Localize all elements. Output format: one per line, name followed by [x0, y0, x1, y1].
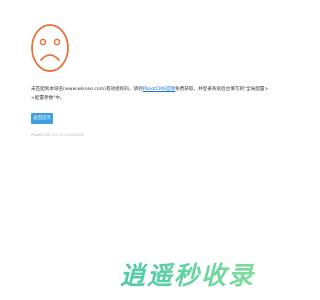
pbootcms-link[interactable]: PbootCMS官网 — [143, 87, 175, 92]
back-home-button[interactable]: 返回首页 — [31, 113, 53, 124]
sad-face-icon — [31, 24, 69, 72]
error-message-text: 未匹配到本域名(www.wikseo.com)有效授权码，请到 — [31, 87, 143, 92]
watermark-text: 逍遥秒收录 — [120, 261, 255, 290]
error-page: 未匹配到本域名(www.wikseo.com)有效授权码，请到PbootCMS官… — [0, 0, 300, 300]
watermark-logo: 逍遥秒收录 — [120, 261, 255, 290]
version-text: PbootCMS 3.2.12-20240502 — [31, 132, 85, 137]
error-message: 未匹配到本域名(www.wikseo.com)有效授权码，请到PbootCMS官… — [31, 85, 271, 103]
